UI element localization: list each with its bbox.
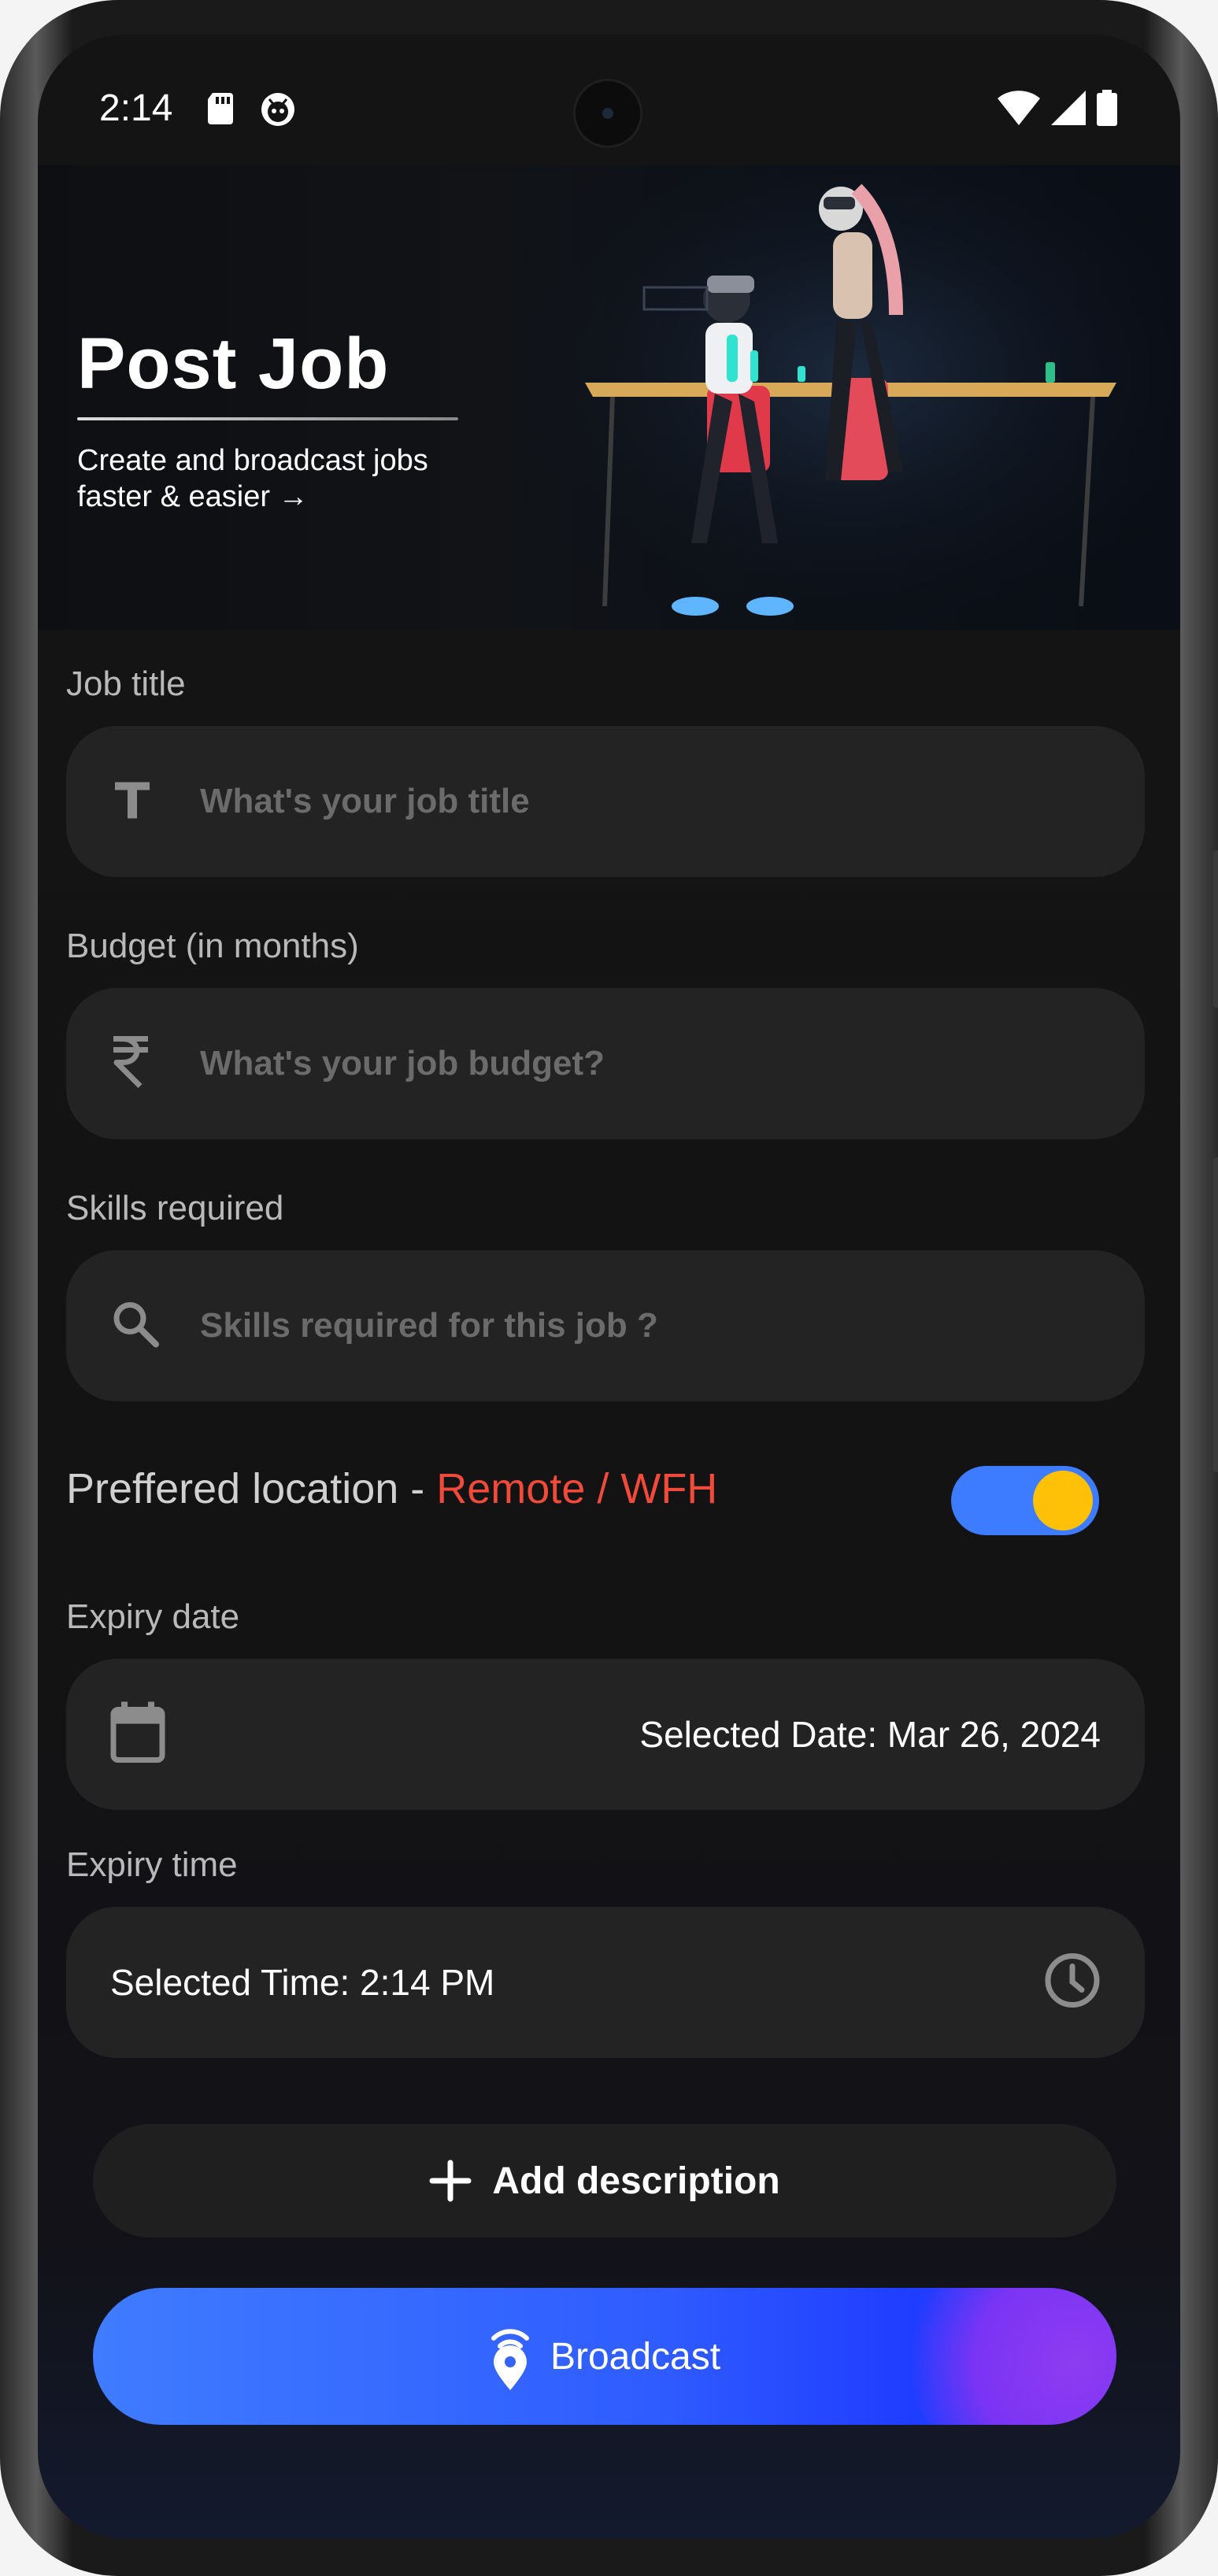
status-right — [998, 90, 1117, 126]
expiry-date-picker[interactable]: Selected Date: Mar 26, 2024 — [66, 1659, 1145, 1810]
app-screen: 2:14 Post Job Create and broadcast jobs … — [38, 35, 1180, 2538]
sd-card-icon — [206, 93, 235, 128]
preferred-location-value: Remote / WFH — [436, 1465, 718, 1512]
preferred-location-label: Preffered location - — [66, 1465, 437, 1512]
calendar-icon — [110, 1701, 165, 1767]
broadcast-location-icon — [491, 2329, 529, 2390]
selected-date: Selected Date: Mar 26, 2024 — [639, 1714, 1101, 1755]
job-title-placeholder: What's your job title — [200, 782, 530, 820]
broadcast-button[interactable]: Broadcast — [93, 2288, 1116, 2425]
expiry-time-picker[interactable]: Selected Time: 2:14 PM — [66, 1907, 1145, 2058]
add-description-label: Add description — [492, 2160, 780, 2202]
add-description-button[interactable]: Add description — [93, 2124, 1116, 2237]
status-time: 2:14 — [99, 87, 173, 129]
job-title-input[interactable]: What's your job title — [66, 726, 1145, 877]
plus-icon — [429, 2160, 472, 2202]
cellular-signal-icon — [1051, 91, 1086, 125]
front-camera — [573, 79, 642, 148]
preferred-location-row: Preffered location - Remote / WFH — [66, 1464, 717, 1513]
hero-banner: Post Job Create and broadcast jobs faste… — [38, 165, 1180, 630]
broadcast-label: Broadcast — [550, 2335, 721, 2378]
toggle-knob — [1033, 1471, 1093, 1530]
remote-toggle[interactable] — [951, 1466, 1099, 1535]
phone-frame: 2:14 Post Job Create and broadcast jobs … — [0, 0, 1218, 2576]
page-subtitle: Create and broadcast jobs faster & easie… — [77, 444, 428, 513]
skills-search-input[interactable]: Skills required for this job ? — [66, 1250, 1145, 1401]
budget-placeholder: What's your job budget? — [200, 1044, 605, 1083]
wifi-icon — [998, 91, 1040, 125]
page-title: Post Job — [77, 324, 390, 404]
selected-time: Selected Time: 2:14 PM — [110, 1962, 495, 2003]
volume-button — [1213, 850, 1218, 1008]
expiry-date-label: Expiry date — [66, 1597, 240, 1636]
job-title-label: Job title — [66, 664, 186, 703]
title-underline — [77, 417, 458, 420]
clock-icon — [1044, 1952, 1101, 2013]
hero-illustration — [526, 165, 1180, 630]
skills-label: Skills required — [66, 1189, 284, 1227]
search-icon — [110, 1299, 161, 1353]
app-notification-icon — [260, 91, 296, 131]
battery-icon — [1097, 90, 1117, 126]
expiry-time-label: Expiry time — [66, 1845, 238, 1884]
budget-label: Budget (in months) — [66, 927, 359, 965]
skills-placeholder: Skills required for this job ? — [200, 1306, 658, 1345]
budget-input[interactable]: What's your job budget? — [66, 988, 1145, 1139]
power-button — [1213, 1157, 1218, 1472]
text-format-icon — [110, 778, 154, 826]
status-bar: 2:14 — [38, 35, 1180, 164]
rupee-icon — [110, 1034, 151, 1094]
